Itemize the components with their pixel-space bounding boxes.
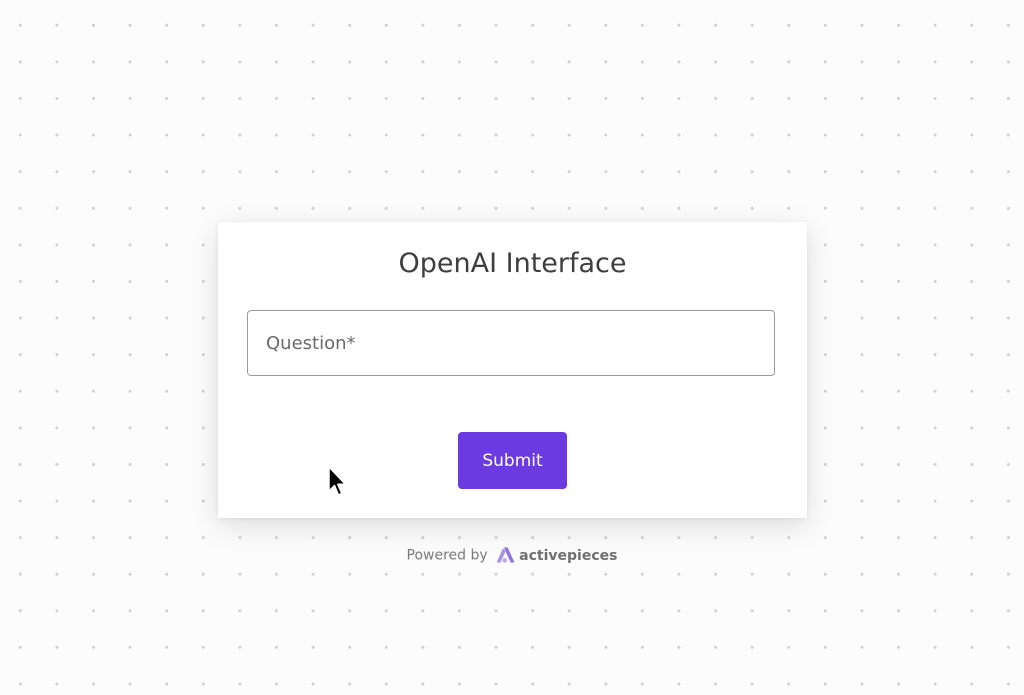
- submit-button[interactable]: Submit: [458, 432, 567, 489]
- form-card: OpenAI Interface Submit: [218, 222, 807, 518]
- powered-by-footer: Powered by activepieces: [0, 547, 1024, 564]
- question-field[interactable]: [247, 310, 775, 376]
- activepieces-brand: activepieces: [519, 547, 618, 564]
- activepieces-link[interactable]: activepieces: [496, 547, 617, 564]
- activepieces-logo-icon: [497, 547, 515, 563]
- powered-by-label: Powered by: [406, 547, 488, 564]
- question-input[interactable]: [248, 311, 774, 375]
- form-title: OpenAI Interface: [398, 248, 627, 279]
- mouse-cursor-icon: [328, 466, 347, 496]
